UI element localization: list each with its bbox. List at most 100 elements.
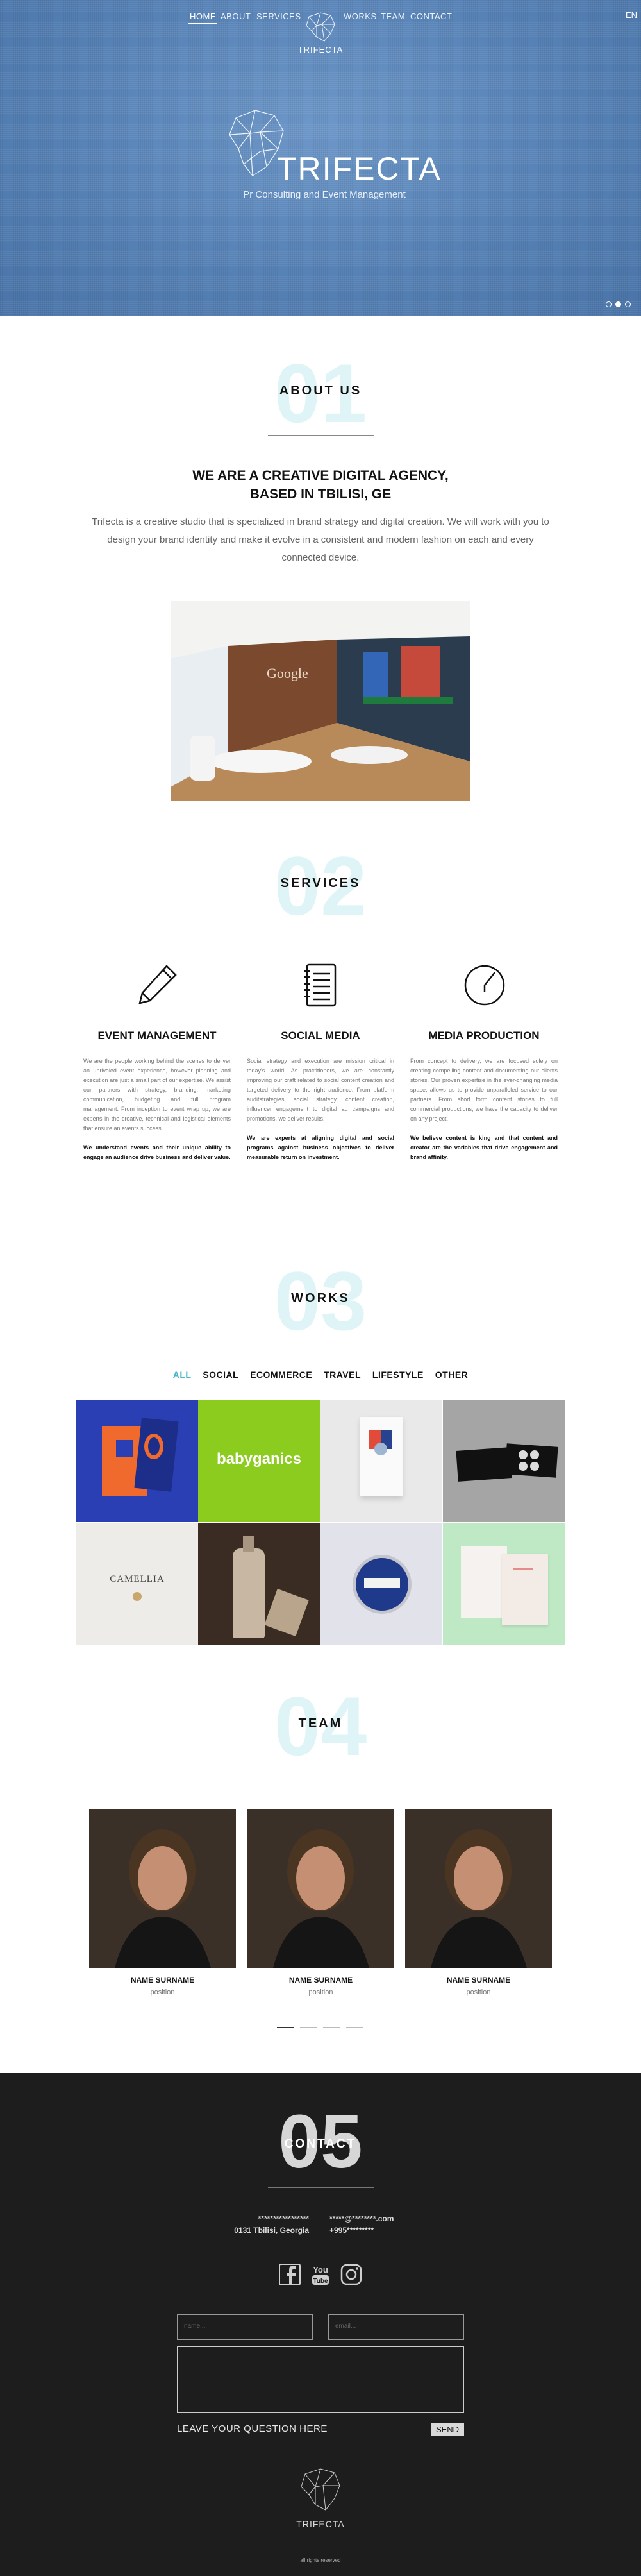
service-title: SOCIAL MEDIA	[281, 1030, 360, 1042]
team-title: TEAM	[298, 1716, 343, 1731]
about-title: ABOUT US	[279, 384, 362, 398]
slider-dot[interactable]	[606, 301, 612, 307]
filter-other[interactable]: OTHER	[435, 1369, 469, 1380]
send-button[interactable]: SEND	[431, 2423, 464, 2436]
service-title: EVENT MANAGEMENT	[97, 1030, 217, 1042]
team-page-dot[interactable]	[323, 2027, 340, 2028]
filter-lifestyle[interactable]: LIFESTYLE	[372, 1369, 424, 1380]
nav-home[interactable]: HOME	[188, 12, 217, 24]
works-filters: ALL SOCIAL ECOMMERCE TRAVEL LIFESTYLE OT…	[0, 1369, 641, 1380]
svg-text:Tube: Tube	[313, 2278, 328, 2285]
work-tile-camellia[interactable]: CAMELLIA	[76, 1523, 198, 1645]
nav-team[interactable]: TEAM	[381, 12, 405, 21]
hero-section: HOME ABOUT SERVICES TRIFECTA WORKS TEAM …	[0, 0, 641, 316]
address-line2: 0131 Tbilisi, Georgia	[234, 2226, 309, 2235]
member-position: position	[150, 1988, 175, 1996]
footer-logo[interactable]: TRIFECTA	[296, 2468, 345, 2532]
question-label: LEAVE YOUR QUESTION HERE	[177, 2423, 328, 2434]
service-text: Social strategy and execution are missio…	[247, 1056, 394, 1162]
address: ***************** 0131 Tbilisi, Georgia	[228, 2213, 309, 2236]
nav-logo[interactable]: TRIFECTA	[298, 12, 342, 58]
member-photo	[247, 1809, 394, 1968]
nav-services[interactable]: SERVICES	[256, 12, 301, 21]
member-name: NAME SURNAME	[288, 1976, 353, 1985]
filter-ecommerce[interactable]: ECOMMERCE	[250, 1369, 312, 1380]
office-photo	[171, 601, 470, 801]
contact-email[interactable]: *****@********.com	[329, 2213, 394, 2224]
work-tile-packaging[interactable]	[320, 1400, 442, 1522]
member-photo	[405, 1809, 552, 1968]
svg-text:You: You	[313, 2265, 328, 2275]
slider-dot[interactable]	[625, 301, 631, 307]
language-switch[interactable]: EN	[626, 10, 637, 20]
services-header: 02 SERVICES	[0, 839, 641, 929]
name-input[interactable]: name...	[177, 2314, 313, 2340]
filter-social[interactable]: SOCIAL	[203, 1369, 238, 1380]
service-text: We are the people working behind the sce…	[83, 1056, 231, 1162]
office-image: Google	[171, 601, 470, 801]
contact-title: CONTACT	[284, 2137, 357, 2151]
member-position: position	[466, 1988, 491, 1996]
clock-icon	[464, 965, 505, 1006]
contact-details: *****@********.com +995*********	[329, 2213, 394, 2236]
about-heading: WE ARE A CREATIVE DIGITAL AGENCY, BASED …	[0, 466, 641, 504]
member-name: NAME SURNAME	[130, 1976, 195, 1985]
slider-dot-active[interactable]	[615, 301, 621, 307]
service-highlight: We understand events and their unique ab…	[83, 1144, 231, 1160]
portrait-image	[247, 1809, 394, 1968]
nav-contact[interactable]: CONTACT	[410, 12, 452, 21]
slider-dots	[602, 299, 631, 307]
pencil-icon	[138, 965, 177, 1004]
service-title: MEDIA PRODUCTION	[428, 1030, 540, 1042]
portrait-image	[405, 1809, 552, 1968]
team-header: 04 TEAM	[0, 1679, 641, 1769]
work-tile-business-cards[interactable]	[443, 1400, 565, 1522]
works-grid: babyganics CAMELLIA	[76, 1400, 565, 1645]
service-description: From concept to delivery, we are focused…	[410, 1058, 558, 1122]
work-tile-stationery[interactable]	[443, 1523, 565, 1645]
filter-all[interactable]: ALL	[173, 1369, 192, 1380]
hero-brand: TRIFECTA Pr Consulting and Event Managem…	[218, 109, 440, 212]
copyright: all rights reserved	[300, 2557, 341, 2563]
service-description: We are the people working behind the sce…	[83, 1058, 231, 1131]
nav-works[interactable]: WORKS	[344, 12, 377, 21]
services-title: SERVICES	[280, 876, 361, 890]
service-text: From concept to delivery, we are focused…	[410, 1056, 558, 1162]
divider	[268, 435, 374, 436]
contact-section: 05 CONTACT ***************** 0131 Tbilis…	[0, 2073, 641, 2576]
notebook-icon	[304, 963, 337, 1007]
work-tile-bottle[interactable]	[198, 1523, 320, 1645]
filter-travel[interactable]: TRAVEL	[324, 1369, 361, 1380]
about-heading-line2: BASED IN TBILISI, GE	[249, 487, 392, 502]
contact-phone[interactable]: +995*********	[329, 2224, 394, 2236]
youtube-icon[interactable]: You Tube	[309, 2263, 332, 2286]
address-line1: *****************	[258, 2214, 309, 2223]
nav-about[interactable]: ABOUT	[221, 12, 251, 21]
service-highlight: We believe content is king and that cont…	[410, 1135, 558, 1160]
work-tile-tin[interactable]	[320, 1523, 442, 1645]
about-header: 01 ABOUT US	[0, 346, 641, 436]
about-text: Trifecta is a creative studio that is sp…	[92, 516, 549, 563]
facebook-icon[interactable]	[278, 2263, 301, 2286]
office-sign: Google	[267, 665, 308, 681]
team-page-dot[interactable]	[300, 2027, 317, 2028]
hero-title: TRIFECTA	[277, 151, 442, 187]
email-placeholder: email...	[335, 2323, 356, 2330]
email-input[interactable]: email...	[328, 2314, 464, 2340]
work-tile-blue-book[interactable]	[76, 1400, 198, 1522]
service-description: Social strategy and execution are missio…	[247, 1058, 394, 1122]
footer-logo-text: TRIFECTA	[296, 2519, 345, 2529]
work-tile-babyganics[interactable]: babyganics	[198, 1400, 320, 1522]
member-name: NAME SURNAME	[446, 1976, 511, 1985]
question-textarea[interactable]	[177, 2346, 464, 2413]
works-title: WORKS	[291, 1291, 350, 1305]
service-highlight: We are experts at aligning digital and s…	[247, 1135, 394, 1160]
lion-logo-icon	[301, 2468, 340, 2511]
team-page-dot-active[interactable]	[277, 2027, 294, 2028]
babyganics-logo: babyganics	[216, 1450, 302, 1468]
nav-logo-text: TRIFECTA	[297, 45, 344, 55]
instagram-icon[interactable]	[340, 2263, 363, 2286]
works-header: 03 WORKS	[0, 1254, 641, 1344]
divider	[268, 2187, 374, 2188]
team-page-dot[interactable]	[346, 2027, 363, 2028]
